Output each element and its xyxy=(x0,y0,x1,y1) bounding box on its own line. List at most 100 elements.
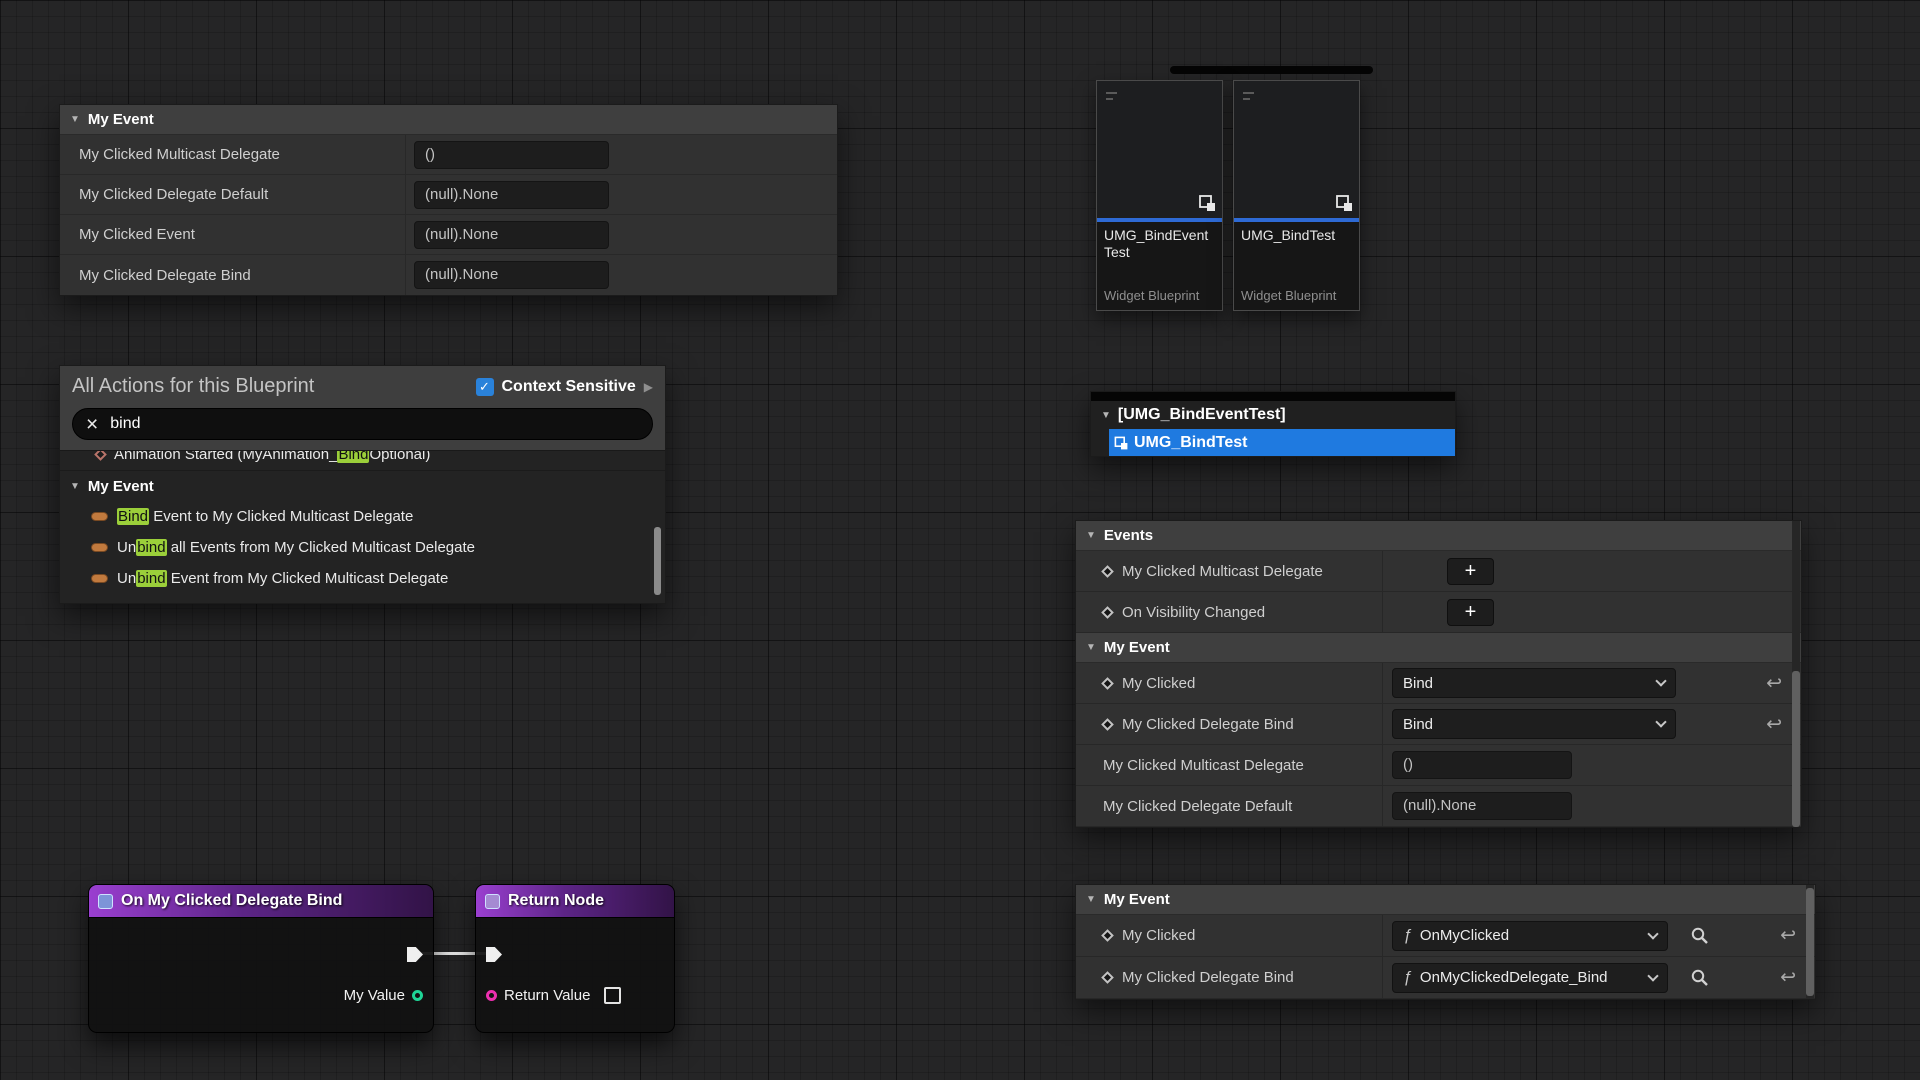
function-dropdown[interactable]: ƒ OnMyClicked xyxy=(1392,921,1668,951)
search-match-highlight: Bind xyxy=(337,451,369,463)
delegate-icon xyxy=(91,574,108,583)
property-label: My Clicked Delegate Bind xyxy=(60,267,405,284)
exec-input-pin[interactable] xyxy=(486,947,502,962)
collapse-triangle-icon: ▼ xyxy=(70,481,80,492)
check-icon: ✓ xyxy=(479,379,490,395)
thumbnail-detail xyxy=(1106,92,1117,94)
asset-name: UMG_BindTest xyxy=(1241,227,1352,244)
tree-selection-highlight[interactable]: UMG_BindTest xyxy=(1109,429,1455,456)
collapse-triangle-icon: ▼ xyxy=(1086,642,1096,653)
event-diamond-icon xyxy=(1101,718,1114,731)
property-value-field[interactable]: () xyxy=(414,141,609,169)
blueprint-actions-menu: All Actions for this Blueprint ✓ Context… xyxy=(59,365,666,604)
tree-row-root[interactable]: ▼ [UMG_BindEventTest] xyxy=(1091,401,1455,429)
property-value-field[interactable]: (null).None xyxy=(414,221,609,249)
graph-node-return-node[interactable]: Return Node Return Value xyxy=(475,884,675,1033)
function-dropdown[interactable]: ƒ OnMyClickedDelegate_Bind xyxy=(1392,963,1668,993)
actions-category-my-event[interactable]: ▼ My Event xyxy=(60,471,665,501)
data-input-pin[interactable] xyxy=(486,990,497,1001)
detail-row: My Clicked Multicast Delegate () xyxy=(1076,745,1801,786)
return-node-icon xyxy=(485,894,500,909)
reset-to-default-icon[interactable]: ↩ xyxy=(1766,713,1782,736)
category-header-my-event[interactable]: ▼ My Event xyxy=(60,105,837,135)
action-item-unbind-all[interactable]: Unbind all Events from My Clicked Multic… xyxy=(60,532,665,563)
actions-menu-header: All Actions for this Blueprint ✓ Context… xyxy=(60,366,665,450)
detail-row: My Clicked Event (null).None xyxy=(60,215,837,255)
collapse-triangle-icon: ▼ xyxy=(1101,410,1111,421)
asset-type: Widget Blueprint xyxy=(1241,288,1352,303)
property-value-field[interactable]: () xyxy=(1392,751,1572,779)
node-header[interactable]: On My Clicked Delegate Bind xyxy=(89,885,433,918)
event-diamond-icon xyxy=(1101,565,1114,578)
context-sensitive-checkbox[interactable]: ✓ xyxy=(476,378,494,396)
reset-to-default-icon[interactable]: ↩ xyxy=(1780,966,1796,989)
collapse-triangle-icon: ▼ xyxy=(70,114,80,125)
tree-item-label: UMG_BindTest xyxy=(1134,434,1247,452)
function-icon: ƒ xyxy=(1403,927,1412,945)
property-label: My Clicked Event xyxy=(60,226,405,243)
property-value-field[interactable]: (null).None xyxy=(414,181,609,209)
search-match-highlight: bind xyxy=(136,570,166,587)
asset-tile-umg-bindeventtest[interactable]: UMG_BindEventTest Widget Blueprint xyxy=(1096,80,1223,311)
data-output-pin[interactable] xyxy=(412,990,423,1001)
reset-to-default-icon[interactable]: ↩ xyxy=(1766,672,1782,695)
category-header-my-event[interactable]: ▼ My Event xyxy=(1076,885,1815,915)
browse-to-function-icon[interactable] xyxy=(1690,926,1709,945)
event-row: My Clicked Multicast Delegate + xyxy=(1076,551,1801,592)
search-match-highlight: Bind xyxy=(117,508,149,525)
delegate-icon xyxy=(91,512,108,521)
asset-name: UMG_BindEventTest xyxy=(1104,227,1215,261)
action-item-unbind-event[interactable]: Unbind Event from My Clicked Multicast D… xyxy=(60,563,665,594)
scrollbar-thumb[interactable] xyxy=(1792,671,1800,827)
collapse-triangle-icon: ▼ xyxy=(1086,894,1096,905)
asset-label: UMG_BindTest Widget Blueprint xyxy=(1234,222,1359,310)
asset-thumbnail xyxy=(1097,81,1222,218)
clear-search-icon[interactable]: × xyxy=(86,414,98,435)
actions-search-input[interactable]: × bind xyxy=(72,408,653,440)
detail-row: My Clicked Delegate Default (null).None xyxy=(60,175,837,215)
event-diamond-icon xyxy=(1101,971,1114,984)
event-diamond-icon xyxy=(1101,606,1114,619)
hierarchy-top-bar xyxy=(1091,392,1455,401)
tree-row-selected[interactable]: UMG_BindTest xyxy=(1091,429,1455,456)
property-label: My Clicked Multicast Delegate xyxy=(60,146,405,163)
widget-blueprint-icon xyxy=(1197,193,1217,213)
browse-to-function-icon[interactable] xyxy=(1690,968,1709,987)
event-diamond-icon xyxy=(94,451,107,460)
tree-root-label: [UMG_BindEventTest] xyxy=(1118,406,1286,424)
event-node-icon xyxy=(98,894,113,909)
scrollbar-thumb[interactable] xyxy=(1806,888,1814,996)
asset-thumbnail xyxy=(1234,81,1359,218)
add-event-button[interactable]: + xyxy=(1447,558,1494,585)
widget-hierarchy-tree: ▼ [UMG_BindEventTest] UMG_BindTest xyxy=(1090,391,1456,457)
content-browser-scrollbar[interactable] xyxy=(1170,66,1373,74)
exec-output-pin[interactable] xyxy=(407,947,423,962)
node-header[interactable]: Return Node xyxy=(476,885,674,918)
scrollbar-thumb[interactable] xyxy=(654,527,661,595)
thumbnail-detail xyxy=(1243,92,1254,94)
asset-tile-umg-bindtest[interactable]: UMG_BindTest Widget Blueprint xyxy=(1233,80,1360,311)
return-value-checkbox[interactable] xyxy=(604,987,621,1004)
reset-to-default-icon[interactable]: ↩ xyxy=(1780,924,1796,947)
action-item-clipped[interactable]: Animation Started (MyAnimation_BindOptio… xyxy=(60,451,665,471)
chevron-down-icon xyxy=(1647,928,1658,939)
binding-row: My Clicked Delegate Bind Bind ↩ xyxy=(1076,704,1801,745)
add-event-button[interactable]: + xyxy=(1447,599,1494,626)
category-header-events[interactable]: ▼ Events xyxy=(1076,521,1801,551)
property-value-field[interactable]: (null).None xyxy=(1392,792,1572,820)
details-panel-events: ▼ Events My Clicked Multicast Delegate +… xyxy=(1075,520,1802,828)
bind-dropdown[interactable]: Bind xyxy=(1392,709,1676,739)
function-binding-row: My Clicked ƒ OnMyClicked ↩ xyxy=(1076,915,1815,957)
thumbnail-detail xyxy=(1243,98,1250,100)
details-panel-function-bindings: ▼ My Event My Clicked ƒ OnMyClicked ↩ My… xyxy=(1075,884,1816,1000)
collapse-triangle-icon: ▼ xyxy=(1086,530,1096,541)
function-binding-row: My Clicked Delegate Bind ƒ OnMyClickedDe… xyxy=(1076,957,1815,999)
category-header-my-event[interactable]: ▼ My Event xyxy=(1076,633,1801,663)
property-value-field[interactable]: (null).None xyxy=(414,261,609,289)
blueprint-graph-canvas[interactable]: { "icons": { "collapse": "▼", "expand": … xyxy=(0,0,1920,1080)
expand-arrow-icon[interactable]: ▶ xyxy=(644,380,653,394)
action-item-bind-event[interactable]: Bind Event to My Clicked Multicast Deleg… xyxy=(60,501,665,532)
graph-node-on-my-clicked-delegate-bind[interactable]: On My Clicked Delegate Bind My Value xyxy=(88,884,434,1033)
bind-dropdown[interactable]: Bind xyxy=(1392,668,1676,698)
property-label: My Clicked Delegate Default xyxy=(60,186,405,203)
